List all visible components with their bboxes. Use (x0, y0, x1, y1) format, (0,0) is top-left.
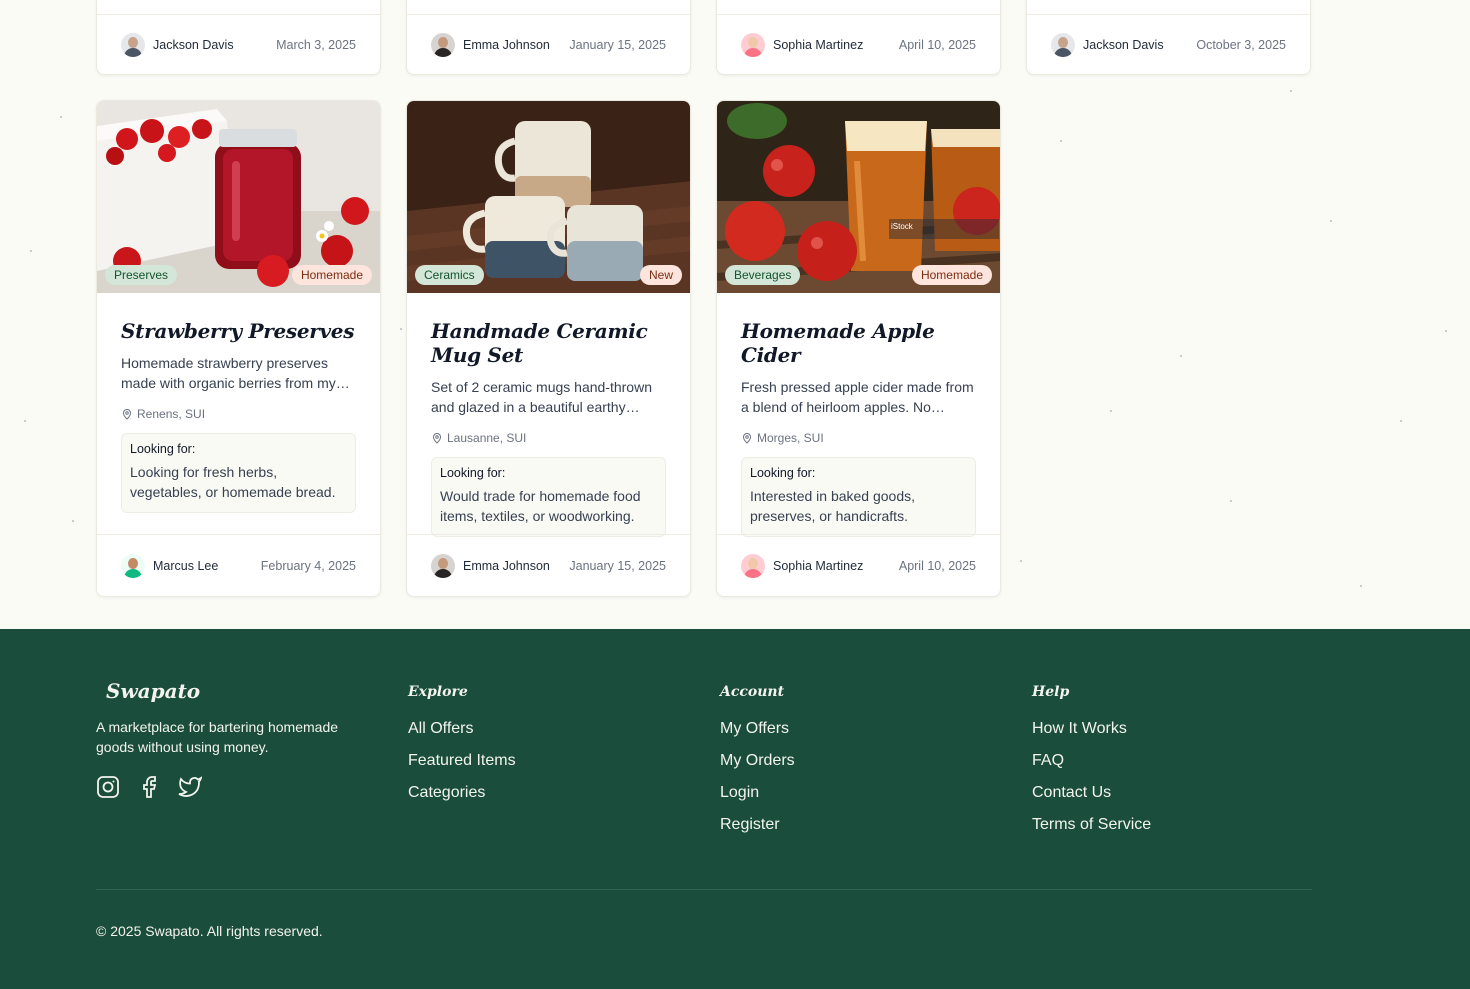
looking-for-text: Looking for fresh herbs, vegetables, or … (130, 464, 336, 500)
homemade-badge: Homemade (291, 265, 372, 285)
offer-image[interactable]: iStock Beverages Homemade (717, 101, 1000, 293)
category-tag: Preserves (105, 265, 178, 285)
footer-column-explore: Explore All Offers Featured Items Catego… (408, 679, 516, 816)
offer-image[interactable]: Preserves Homemade (97, 101, 380, 293)
author-name: Jackson Davis (153, 38, 234, 52)
avatar (741, 33, 765, 57)
footer-link-my-orders[interactable]: My Orders (720, 752, 795, 771)
offer-card[interactable]: Jackson Davis March 3, 2025 (96, 0, 381, 75)
card-author[interactable]: Sophia Martinez (741, 33, 863, 57)
footer-link-faq[interactable]: FAQ (1032, 752, 1151, 771)
footer-link-how-it-works[interactable]: How It Works (1032, 720, 1151, 739)
offer-image[interactable]: Ceramics New (407, 101, 690, 293)
offer-card[interactable]: Sophia Martinez April 10, 2025 (716, 0, 1001, 75)
offer-card[interactable]: iStock Beverages Homemade Homemade Apple… (716, 100, 1001, 597)
avatar (1051, 33, 1075, 57)
offer-card[interactable]: Ceramics New Handmade Ceramic Mug Set Se… (406, 100, 691, 597)
offer-location: Lausanne, SUI (431, 431, 666, 445)
footer-link-contact-us[interactable]: Contact Us (1032, 784, 1151, 803)
author-name: Emma Johnson (463, 38, 550, 52)
card-author[interactable]: Jackson Davis (121, 33, 234, 57)
post-date: October 3, 2025 (1196, 38, 1286, 52)
offer-location: Renens, SUI (121, 407, 356, 421)
avatar (741, 554, 765, 578)
offer-description: Set of 2 ceramic mugs hand-thrown and gl… (431, 379, 652, 415)
homemade-badge: Homemade (911, 265, 992, 285)
brand-logo[interactable]: Swapato (106, 679, 366, 703)
footer-divider (96, 889, 1312, 890)
footer-column-help: Help How It Works FAQ Contact Us Terms o… (1032, 679, 1151, 848)
footer-link-featured-items[interactable]: Featured Items (408, 752, 516, 771)
footer-link-categories[interactable]: Categories (408, 784, 516, 803)
watermark-text: iStock (891, 222, 914, 231)
footer-link-all-offers[interactable]: All Offers (408, 720, 516, 739)
author-name: Marcus Lee (153, 559, 219, 573)
site-footer: Swapato A marketplace for bartering home… (0, 629, 1470, 989)
footer-link-my-offers[interactable]: My Offers (720, 720, 795, 739)
offer-card[interactable]: Emma Johnson January 15, 2025 (406, 0, 691, 75)
footer-brand-column: Swapato A marketplace for bartering home… (96, 679, 366, 799)
looking-for-box: Looking for: Interested in baked goods, … (741, 457, 976, 537)
offer-description: Homemade strawberry preserves made with … (121, 355, 336, 391)
card-author[interactable]: Sophia Martinez (741, 554, 863, 578)
author-name: Sophia Martinez (773, 38, 864, 52)
offer-title[interactable]: Homemade Apple Cider (741, 319, 976, 367)
footer-link-login[interactable]: Login (720, 784, 795, 803)
new-badge: New (639, 265, 682, 285)
looking-for-box: Looking for: Looking for fresh herbs, ve… (121, 433, 356, 513)
card-author[interactable]: Emma Johnson (431, 554, 550, 578)
post-date: February 4, 2025 (260, 559, 356, 573)
offer-card[interactable]: Jackson Davis October 3, 2025 (1026, 0, 1311, 75)
looking-for-label: Looking for: (130, 442, 196, 456)
location-text: Morges, SUI (757, 431, 824, 445)
facebook-icon[interactable] (137, 775, 161, 799)
instagram-icon[interactable] (96, 775, 120, 799)
post-date: January 15, 2025 (569, 559, 666, 573)
map-pin-icon (742, 433, 752, 444)
looking-for-text: Interested in baked goods, preserves, or… (750, 488, 916, 524)
offer-description: Fresh pressed apple cider made from a bl… (741, 379, 974, 415)
author-name: Jackson Davis (1083, 38, 1164, 52)
twitter-icon[interactable] (178, 775, 203, 799)
card-author[interactable]: Emma Johnson (431, 33, 550, 57)
column-heading: Account (720, 684, 785, 700)
avatar (431, 554, 455, 578)
post-date: April 10, 2025 (898, 559, 976, 573)
location-text: Lausanne, SUI (447, 431, 527, 445)
post-date: April 10, 2025 (898, 38, 976, 52)
card-author[interactable]: Marcus Lee (121, 554, 218, 578)
looking-for-text: Would trade for homemade food items, tex… (440, 488, 641, 524)
offer-location: Morges, SUI (741, 431, 976, 445)
looking-for-label: Looking for: (440, 466, 506, 480)
post-date: March 3, 2025 (276, 38, 356, 52)
card-author[interactable]: Jackson Davis (1051, 33, 1164, 57)
avatar (121, 554, 145, 578)
map-pin-icon (122, 409, 132, 420)
map-pin-icon (432, 433, 442, 444)
footer-link-register[interactable]: Register (720, 816, 795, 835)
post-date: January 15, 2025 (569, 38, 666, 52)
footer-column-account: Account My Offers My Orders Login Regist… (720, 679, 795, 848)
avatar (121, 33, 145, 57)
offer-title[interactable]: Handmade Ceramic Mug Set (431, 319, 666, 367)
column-heading: Explore (408, 684, 468, 700)
offer-card[interactable]: Preserves Homemade Strawberry Preserves … (96, 100, 381, 597)
social-links (96, 775, 366, 799)
location-text: Renens, SUI (137, 407, 206, 421)
offer-title[interactable]: Strawberry Preserves (121, 319, 356, 343)
author-name: Sophia Martinez (773, 559, 864, 573)
category-tag: Beverages (725, 265, 801, 285)
copyright-text: © 2025 Swapato. All rights reserved. (96, 923, 323, 939)
looking-for-box: Looking for: Would trade for homemade fo… (431, 457, 666, 537)
column-heading: Help (1032, 684, 1070, 700)
footer-link-terms[interactable]: Terms of Service (1032, 816, 1151, 835)
brand-tagline: A marketplace for bartering homemade goo… (96, 719, 339, 755)
author-name: Emma Johnson (463, 559, 550, 573)
avatar (431, 33, 455, 57)
category-tag: Ceramics (415, 265, 484, 285)
looking-for-label: Looking for: (750, 466, 816, 480)
